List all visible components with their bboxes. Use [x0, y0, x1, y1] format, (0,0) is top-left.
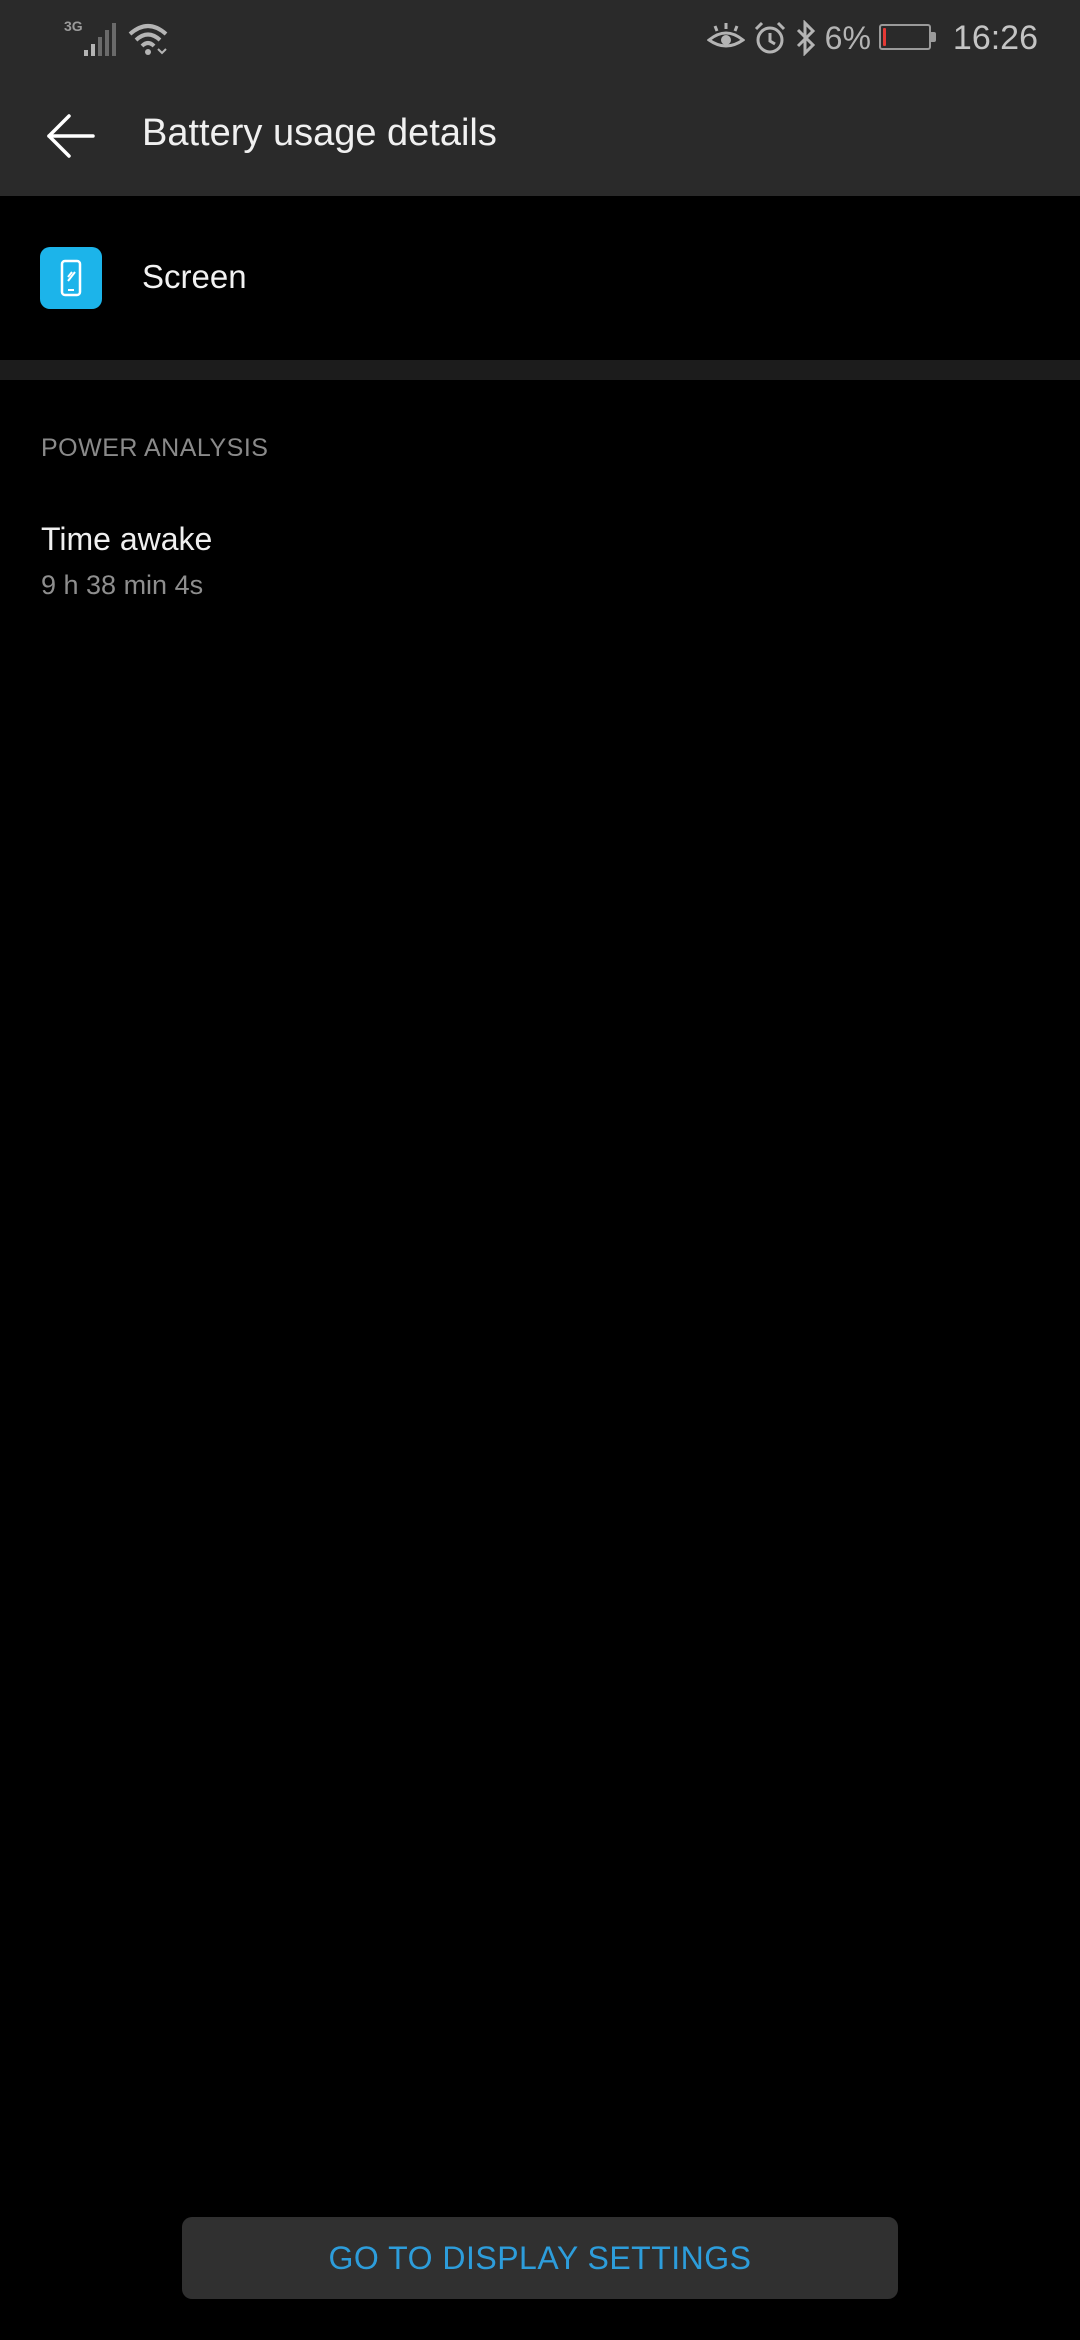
battery-icon [878, 24, 939, 52]
alarm-icon [753, 21, 787, 55]
screen-phone-icon [40, 247, 102, 309]
page-title: Battery usage details [142, 112, 497, 154]
app-bar: Battery usage details [0, 76, 1080, 196]
time-awake-value: 9 h 38 min 4s [41, 570, 204, 600]
bluetooth-icon [795, 19, 817, 57]
time-awake-label: Time awake [41, 521, 213, 557]
wifi-icon [128, 22, 168, 58]
status-bar: 3G 6% 16:26 [0, 0, 1080, 76]
section-divider [0, 360, 1080, 380]
clock: 16:26 [952, 18, 1038, 57]
arrow-left-icon [45, 114, 95, 158]
app-header-row: Screen [0, 196, 1080, 360]
back-button[interactable] [30, 100, 110, 172]
status-right: 6% 16:26 [706, 14, 1038, 62]
battery-percent: 6% [824, 19, 871, 56]
app-name: Screen [142, 258, 247, 295]
status-left: 3G [64, 18, 168, 58]
network-type-label: 3G [64, 18, 83, 34]
battery-fill [882, 28, 886, 46]
go-to-display-settings-button[interactable]: GO TO DISPLAY SETTINGS [182, 2217, 898, 2299]
section-title-power-analysis: POWER ANALYSIS [41, 434, 269, 462]
eye-comfort-icon [706, 22, 746, 54]
